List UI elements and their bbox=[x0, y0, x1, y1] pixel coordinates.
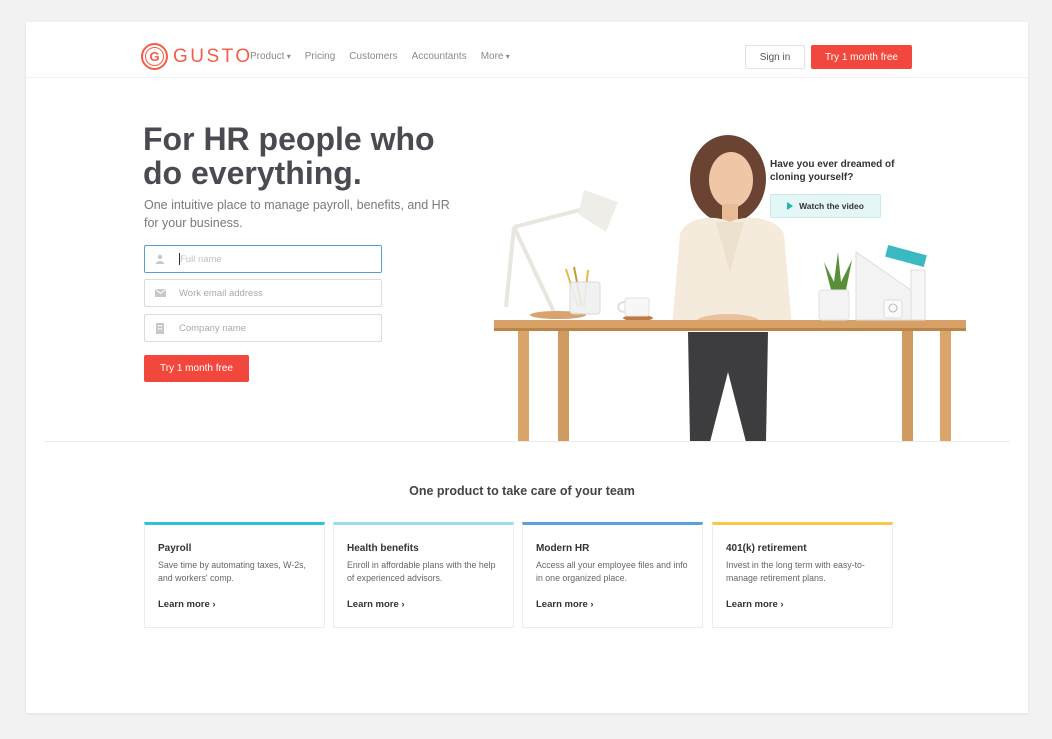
try-free-nav-button[interactable]: Try 1 month free bbox=[811, 45, 912, 69]
company-name-field[interactable]: Company name bbox=[144, 314, 382, 342]
nav-customers[interactable]: Customers bbox=[349, 51, 397, 62]
product-card-401k[interactable]: 401(k) retirement Invest in the long ter… bbox=[712, 522, 893, 628]
nav-accountants[interactable]: Accountants bbox=[412, 51, 467, 62]
nav-more[interactable]: More bbox=[481, 51, 510, 62]
work-email-placeholder: Work email address bbox=[179, 287, 263, 299]
product-card-payroll[interactable]: Payroll Save time by automating taxes, W… bbox=[144, 522, 325, 628]
sign-in-button[interactable]: Sign in bbox=[745, 45, 805, 69]
page: G GUSTO Product Pricing Customers Accoun… bbox=[26, 22, 1028, 713]
product-card-title: Payroll bbox=[158, 543, 192, 554]
products-section-title: One product to take care of your team bbox=[409, 484, 635, 498]
learn-more-link[interactable]: Learn more › bbox=[536, 599, 594, 610]
product-card-health-benefits[interactable]: Health benefits Enroll in affordable pla… bbox=[333, 522, 514, 628]
coffee-mug-image bbox=[617, 297, 653, 321]
product-card-title: Modern HR bbox=[536, 543, 590, 554]
desk-lamp-image bbox=[504, 190, 618, 319]
user-icon bbox=[149, 246, 171, 272]
nav-product[interactable]: Product bbox=[250, 51, 291, 62]
file-holder-image bbox=[855, 245, 927, 321]
pencil-cup-image bbox=[565, 266, 601, 315]
watch-video-label: Watch the video bbox=[799, 201, 864, 211]
logo-wordmark: GUSTO bbox=[173, 45, 253, 67]
product-card-text: Enroll in affordable plans with the help… bbox=[347, 560, 496, 583]
product-card-text: Access all your employee files and info … bbox=[536, 560, 688, 583]
full-name-placeholder: Full name bbox=[180, 253, 222, 265]
watch-video-button[interactable]: Watch the video bbox=[770, 194, 881, 218]
product-card-title: 401(k) retirement bbox=[726, 543, 807, 554]
section-divider bbox=[44, 441, 1010, 442]
full-name-field[interactable]: Full name bbox=[144, 245, 382, 273]
try-free-hero-button[interactable]: Try 1 month free bbox=[144, 355, 249, 382]
top-nav: G GUSTO Product Pricing Customers Accoun… bbox=[26, 22, 1028, 78]
product-card-title: Health benefits bbox=[347, 543, 419, 554]
building-icon bbox=[149, 315, 171, 341]
product-card-text: Save time by automating taxes, W-2s, and… bbox=[158, 560, 306, 583]
play-icon bbox=[787, 202, 794, 210]
potted-plant-image bbox=[818, 252, 852, 321]
product-card-text: Invest in the long term with easy-to-man… bbox=[726, 560, 865, 583]
nav-links: Product Pricing Customers Accountants Mo… bbox=[250, 51, 510, 62]
mail-icon bbox=[149, 280, 171, 306]
video-prompt: Have you ever dreamed of cloning yoursel… bbox=[770, 159, 895, 183]
company-name-placeholder: Company name bbox=[179, 322, 247, 334]
product-card-modern-hr[interactable]: Modern HR Access all your employee files… bbox=[522, 522, 703, 628]
learn-more-link[interactable]: Learn more › bbox=[726, 599, 784, 610]
learn-more-link[interactable]: Learn more › bbox=[347, 599, 405, 610]
gusto-logo-icon: G bbox=[141, 43, 168, 70]
learn-more-link[interactable]: Learn more › bbox=[158, 599, 216, 610]
work-email-field[interactable]: Work email address bbox=[144, 279, 382, 307]
nav-pricing[interactable]: Pricing bbox=[305, 51, 336, 62]
hero-title: For HR people who do everything. bbox=[143, 121, 435, 191]
gusto-logo[interactable]: G GUSTO bbox=[141, 43, 253, 70]
hero-subtitle: One intuitive place to manage payroll, b… bbox=[144, 198, 450, 230]
